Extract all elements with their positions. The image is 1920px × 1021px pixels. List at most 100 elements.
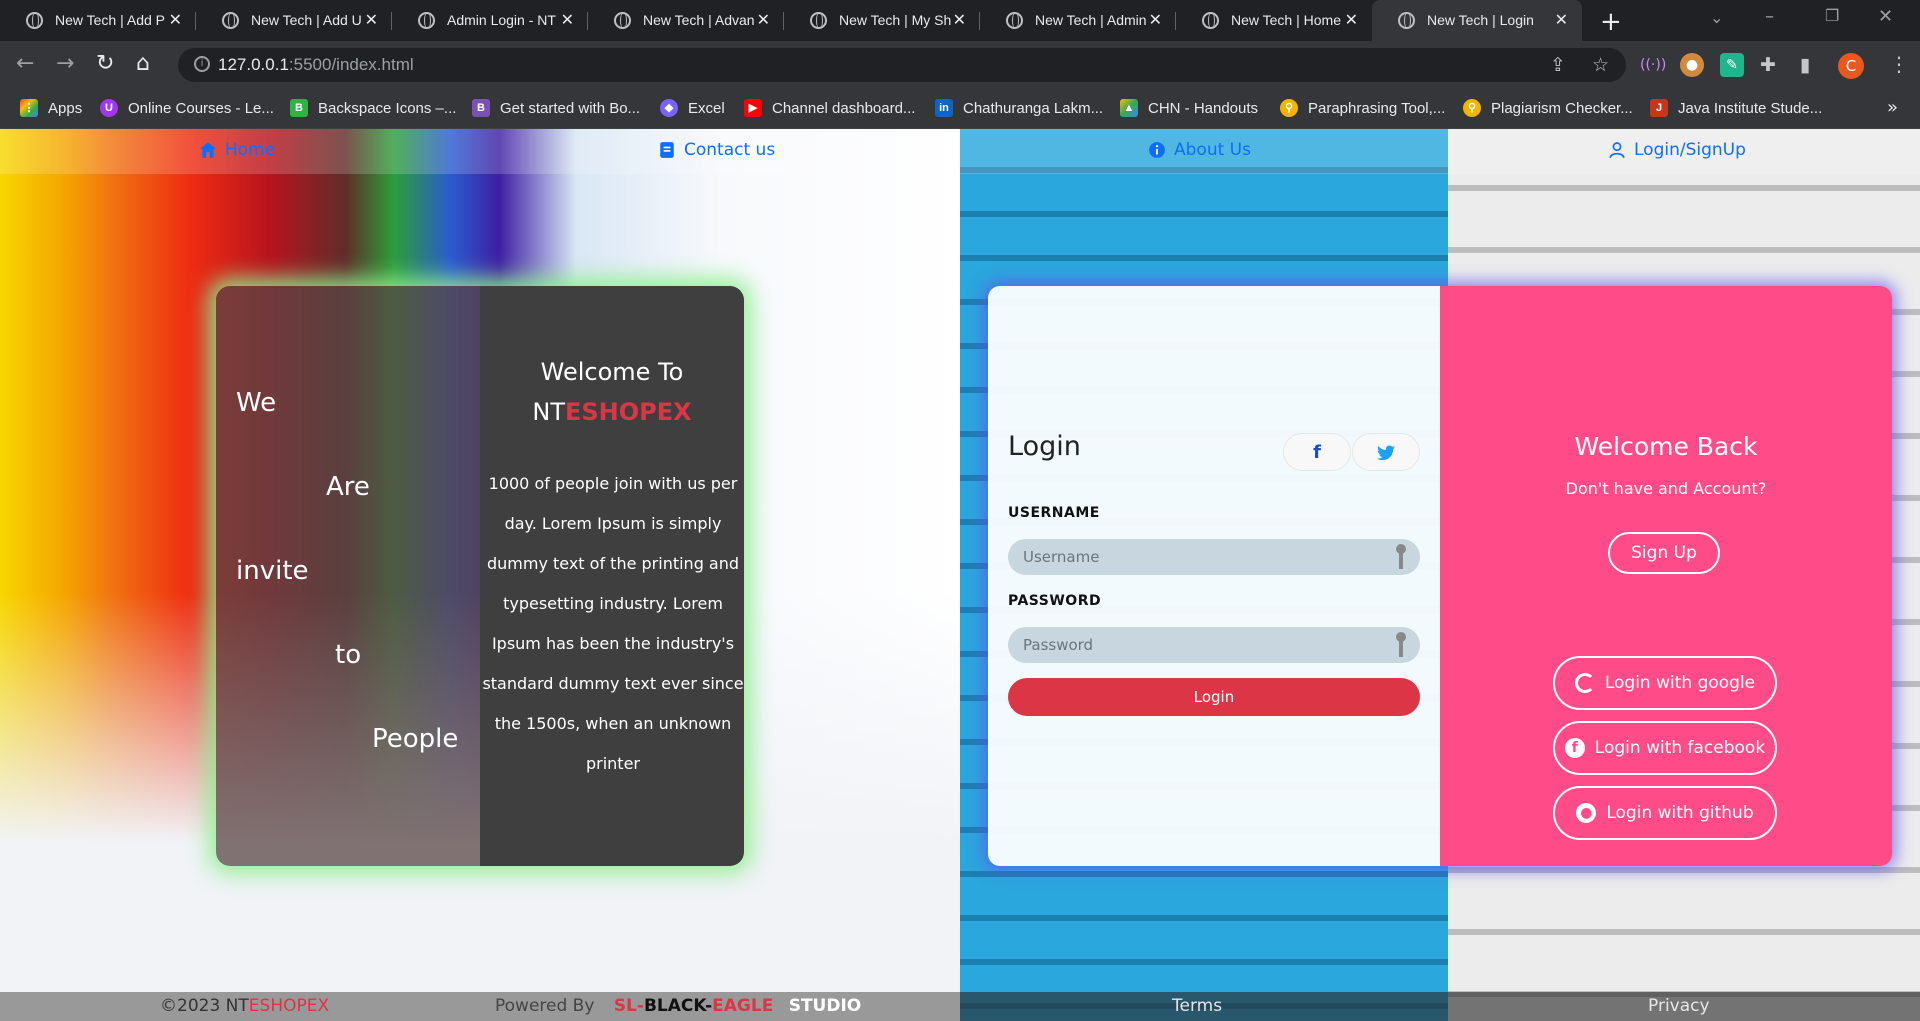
- tab-admin[interactable]: New Tech | Admin ✕: [980, 0, 1176, 41]
- extension-cookie-icon[interactable]: ●: [1680, 53, 1704, 77]
- tab-title: New Tech | Home: [1231, 12, 1341, 28]
- tab-search-chevron-icon[interactable]: ⌄: [1710, 8, 1723, 27]
- bookmark-label: Plagiarism Checker...: [1491, 99, 1633, 117]
- login-github-button[interactable]: ● Login with github: [1553, 786, 1777, 840]
- nav-home-link[interactable]: Home: [199, 140, 275, 160]
- reload-icon[interactable]: ↻: [96, 53, 114, 75]
- extensions-puzzle-icon[interactable]: ✚: [1760, 54, 1776, 76]
- privacy-link[interactable]: Privacy: [1648, 996, 1710, 1016]
- restore-icon[interactable]: ❐: [1825, 6, 1839, 25]
- url-host: 127.0.0.1: [218, 55, 289, 74]
- password-input[interactable]: [1008, 627, 1420, 663]
- tab-admin-login[interactable]: Admin Login - NT ✕: [392, 0, 588, 41]
- minimize-icon[interactable]: –: [1765, 6, 1774, 27]
- close-tab-icon[interactable]: ✕: [365, 10, 378, 30]
- magnifier-icon: ⚲: [1280, 99, 1298, 117]
- login-facebook-button[interactable]: f Login with facebook: [1553, 721, 1777, 775]
- bookmark-udemy[interactable]: U Online Courses - Le...: [100, 99, 274, 117]
- info-circle-icon: [1149, 142, 1165, 158]
- side-panel-icon[interactable]: ▮: [1800, 54, 1810, 76]
- tab-my-shop[interactable]: New Tech | My Sh ✕: [784, 0, 980, 41]
- copyright-brand: ESHOPEX: [248, 996, 330, 1016]
- magnifier-icon: ⚲: [1463, 99, 1481, 117]
- password-label: PASSWORD: [1008, 593, 1102, 609]
- login-button[interactable]: Login: [1008, 678, 1420, 716]
- tab-home[interactable]: New Tech | Home ✕: [1176, 0, 1372, 41]
- nav-about-link[interactable]: About Us: [1148, 140, 1251, 160]
- tab-title: Admin Login - NT: [447, 12, 556, 28]
- tab-login-active[interactable]: New Tech | Login ✕: [1372, 0, 1582, 41]
- bookmark-label: Apps: [48, 99, 83, 117]
- house-icon: [200, 142, 216, 158]
- back-arrow-icon[interactable]: ←: [16, 53, 34, 75]
- welcome-back-panel: Welcome Back Don't have and Account? Sig…: [1440, 286, 1892, 866]
- java-icon: J: [1650, 99, 1668, 117]
- globe-icon: [222, 12, 239, 29]
- bookmark-youtube[interactable]: ▶ Channel dashboard...: [744, 99, 915, 117]
- nav-login-link[interactable]: Login/SignUp: [1608, 140, 1746, 160]
- bookmark-linkedin[interactable]: in Chathuranga Lakm...: [935, 99, 1103, 117]
- forward-arrow-icon[interactable]: →: [56, 53, 74, 75]
- extension-pen-icon[interactable]: ✎: [1720, 53, 1744, 77]
- bookmark-plagiarism[interactable]: ⚲ Plagiarism Checker...: [1463, 99, 1633, 117]
- globe-icon: [1006, 12, 1023, 29]
- close-tab-icon[interactable]: ✕: [953, 10, 966, 30]
- terms-link[interactable]: Terms: [1172, 996, 1222, 1016]
- word-we: We: [236, 388, 277, 418]
- kebab-menu-icon[interactable]: ⋮: [1889, 52, 1909, 76]
- bookmark-label: Online Courses - Le...: [128, 99, 274, 117]
- twitter-share-button[interactable]: [1352, 433, 1420, 471]
- globe-icon: [26, 12, 43, 29]
- bookmarks-bar: ⋮ Apps U Online Courses - Le... B Backspace…: [0, 89, 1920, 129]
- login-form-panel: Login f USERNAME PASSWORD Login: [988, 286, 1440, 866]
- word-to: to: [335, 640, 362, 670]
- share-icon[interactable]: ⇪: [1550, 54, 1566, 76]
- close-tab-icon[interactable]: ✕: [1555, 10, 1568, 30]
- bookmark-label: Java Institute Stude...: [1678, 99, 1823, 117]
- extension-podcast-icon[interactable]: ((·)): [1640, 53, 1666, 77]
- bookmark-excel[interactable]: ◆ Excel: [660, 99, 725, 117]
- home-icon[interactable]: ⌂: [136, 53, 150, 75]
- linkedin-icon: in: [935, 99, 953, 117]
- tab-add-user[interactable]: New Tech | Add U ✕: [196, 0, 392, 41]
- close-tab-icon[interactable]: ✕: [1345, 10, 1358, 30]
- globe-icon: [1398, 12, 1415, 29]
- profile-avatar[interactable]: C: [1838, 53, 1864, 79]
- studio-black: BLACK-: [643, 996, 713, 1016]
- backspace-icon: B: [290, 99, 308, 117]
- tab-add-product[interactable]: New Tech | Add P ✕: [0, 0, 196, 41]
- globe-icon: [1202, 12, 1219, 29]
- facebook-share-button[interactable]: f: [1283, 433, 1351, 471]
- address-bar[interactable]: i 127.0.0.1:5500/index.html: [178, 48, 1626, 82]
- login-google-button[interactable]: Login with google: [1553, 656, 1777, 710]
- bookmark-handouts[interactable]: ▲ CHN - Handouts: [1120, 99, 1258, 117]
- person-icon: [1609, 142, 1625, 159]
- word-people: People: [372, 724, 459, 754]
- bookmark-label: Get started with Bo...: [500, 99, 641, 117]
- window-close-icon[interactable]: ✕: [1878, 6, 1893, 27]
- bootstrap-icon: B: [472, 99, 490, 117]
- bookmark-label: CHN - Handouts: [1148, 99, 1259, 117]
- url-path: :5500/index.html: [288, 55, 414, 74]
- close-tab-icon[interactable]: ✕: [757, 10, 770, 30]
- tab-advanced[interactable]: New Tech | Advan ✕: [588, 0, 784, 41]
- new-tab-plus-icon[interactable]: +: [1600, 7, 1622, 37]
- bookmark-star-icon[interactable]: ☆: [1592, 54, 1609, 76]
- key-icon: [1395, 632, 1407, 658]
- username-input[interactable]: [1008, 539, 1420, 575]
- bookmark-paraphrasing[interactable]: ⚲ Paraphrasing Tool,...: [1280, 99, 1445, 117]
- brand-name: NTESHOPEX: [480, 392, 744, 432]
- bookmark-apps[interactable]: ⋮ Apps: [20, 99, 82, 117]
- close-tab-icon[interactable]: ✕: [169, 10, 182, 30]
- close-tab-icon[interactable]: ✕: [561, 10, 574, 30]
- bookmark-bootstrap[interactable]: B Get started with Bo...: [472, 99, 640, 117]
- nav-contact-link[interactable]: Contact us: [658, 140, 775, 160]
- bookmark-java-institute[interactable]: J Java Institute Stude...: [1650, 99, 1822, 117]
- signup-button[interactable]: Sign Up: [1608, 532, 1720, 574]
- tab-title: New Tech | Login: [1427, 12, 1534, 28]
- site-info-icon[interactable]: i: [194, 56, 210, 72]
- google-drive-icon: ▲: [1120, 99, 1138, 117]
- more-bookmarks-icon[interactable]: »: [1887, 97, 1898, 118]
- close-tab-icon[interactable]: ✕: [1149, 10, 1162, 30]
- bookmark-backspace-icons[interactable]: B Backspace Icons –...: [290, 99, 456, 117]
